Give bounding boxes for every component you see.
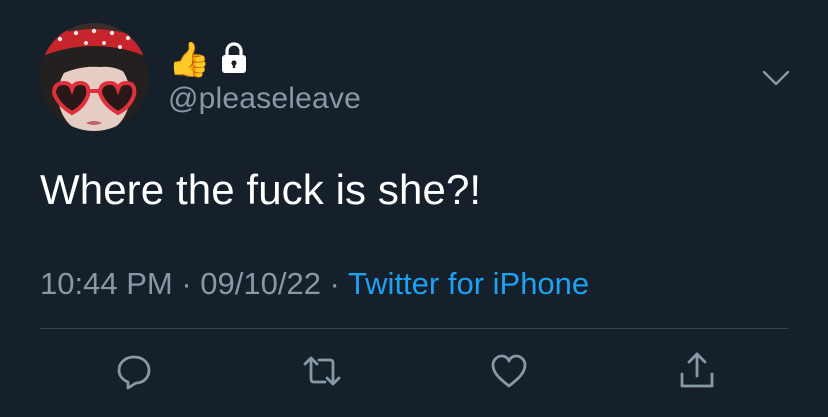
lock-icon [220, 41, 248, 80]
display-name-row[interactable]: 👍 [168, 40, 248, 80]
tweet-text: Where the fuck is she?! [40, 166, 482, 213]
meta-separator: · [320, 266, 348, 301]
reply-icon[interactable] [113, 350, 155, 392]
avatar[interactable] [40, 23, 148, 131]
chevron-down-icon[interactable] [760, 66, 792, 90]
retweet-icon[interactable] [301, 350, 343, 392]
tweet-time: 10:44 PM [40, 266, 173, 301]
heart-icon[interactable] [488, 350, 530, 392]
meta-separator: · [172, 266, 201, 301]
thumbs-up-emoji: 👍 [168, 40, 211, 80]
tweet-detail: 👍 @pleaseleave Where the fuck is she?! 1… [0, 0, 828, 417]
user-handle[interactable]: @pleaseleave [168, 82, 361, 116]
divider [40, 328, 788, 329]
tweet-meta: 10:44 PM · 09/10/22 · Twitter for iPhone [40, 266, 589, 302]
share-icon[interactable] [676, 350, 718, 392]
tweet-date: 09/10/22 [200, 266, 321, 301]
tweet-source-link[interactable]: Twitter for iPhone [348, 266, 589, 301]
